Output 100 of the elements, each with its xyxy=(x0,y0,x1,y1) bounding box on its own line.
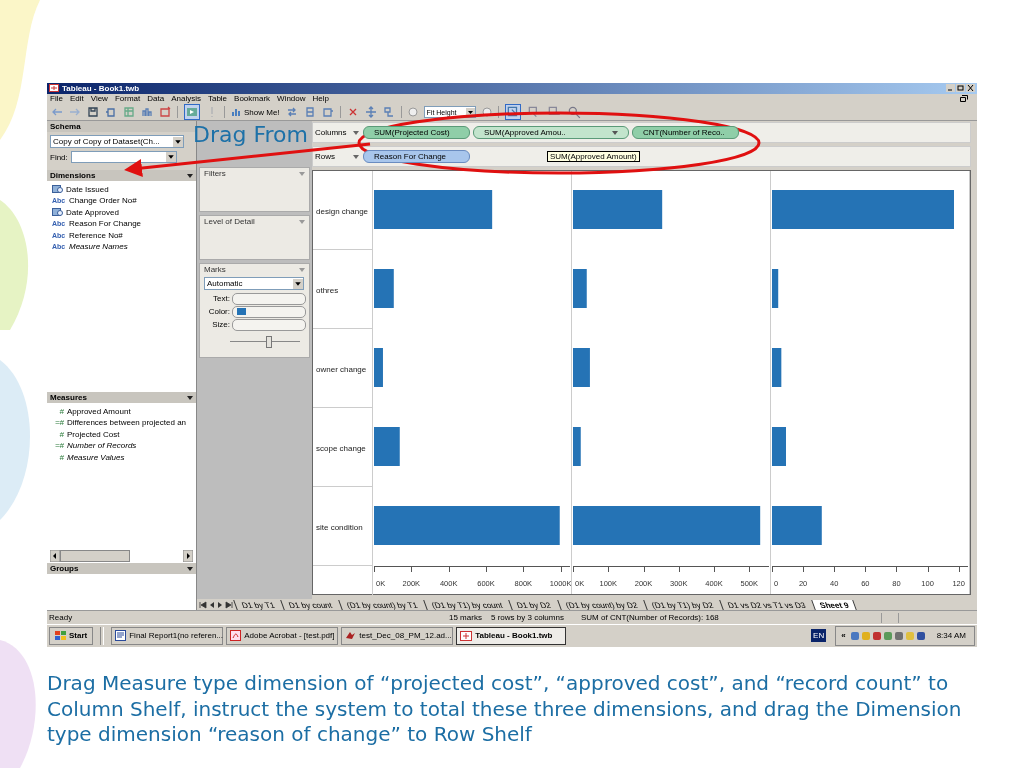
dimension-field[interactable]: Reason For Change xyxy=(69,219,142,228)
sheet-tab[interactable]: D1 by count xyxy=(280,599,340,610)
taskbar-button[interactable]: Adobe Acrobat - [test.pdf] xyxy=(226,626,339,645)
sheet-tab[interactable]: D1 by D2 xyxy=(508,599,559,610)
magnifier-icon[interactable] xyxy=(566,105,581,120)
datasource-dropdown[interactable]: Copy of Copy of Dataset(Ch... xyxy=(50,135,184,149)
tableau-app-icon xyxy=(460,630,473,641)
scroll-left-icon[interactable] xyxy=(50,549,60,562)
taskbar-button[interactable]: test_Dec_08_PM_12.ad... xyxy=(341,626,454,645)
measure-field[interactable]: Number of Records xyxy=(67,441,137,450)
field-pill[interactable]: SUM(Approved Amou.. xyxy=(473,126,629,140)
mark-shelf[interactable] xyxy=(232,292,306,305)
table-icon[interactable] xyxy=(321,106,334,119)
dimension-field[interactable]: Date Issued xyxy=(66,184,109,194)
close-icon[interactable] xyxy=(966,84,975,93)
field-pill[interactable]: CNT(Number of Reco.. xyxy=(632,126,739,140)
tray-icon[interactable] xyxy=(915,630,926,641)
caption-text: Drag Measure type dimension of “projected cost”, “approved cost”, and “record count” to Column Shelf, instruct the system to total these three dimensions, and drag the Dimension type dimension “reason of change” to Row Shelf xyxy=(47,671,963,748)
measure-field[interactable]: Measure Values xyxy=(67,452,125,462)
dimension-field[interactable]: Measure Names xyxy=(69,242,128,251)
dropdown-arrow-icon[interactable] xyxy=(187,566,193,571)
sheet-tab[interactable]: (D1 by count) by D2 xyxy=(556,599,645,610)
first-sheet-icon[interactable] xyxy=(199,600,207,609)
maximize-icon[interactable] xyxy=(956,84,965,93)
table-icon[interactable] xyxy=(303,106,316,119)
sheet-tab[interactable]: Sheet 9 xyxy=(810,599,857,610)
menu-item[interactable]: Window xyxy=(277,94,306,104)
menu-item[interactable]: Edit xyxy=(69,94,84,104)
mark-shelf[interactable] xyxy=(232,318,306,331)
bar xyxy=(573,427,581,467)
sheet-tab[interactable]: D1 vs D2 vs T1 vs D3 xyxy=(718,599,813,610)
field-pill[interactable]: Reason For Change xyxy=(363,150,470,164)
tray-icon[interactable] xyxy=(893,630,904,641)
minimize-icon[interactable] xyxy=(946,84,955,93)
tray-icon[interactable] xyxy=(882,630,893,641)
tray-expand-button[interactable]: « xyxy=(841,631,846,641)
move-icon[interactable] xyxy=(364,106,377,119)
sheet-tab[interactable]: (D1 by T1) by count xyxy=(423,599,511,610)
menu-item[interactable]: Format xyxy=(114,94,141,104)
horizontal-scrollbar[interactable] xyxy=(47,548,196,564)
shelf-label: Color: xyxy=(207,307,230,317)
row-label: owner change xyxy=(316,364,367,374)
sheet-tab[interactable]: (D1 by count) by T1 xyxy=(338,599,425,610)
dimension-field[interactable]: Change Order No# xyxy=(69,196,137,205)
language-indicator[interactable]: EN xyxy=(811,629,827,643)
sheet-icon[interactable] xyxy=(159,106,171,119)
sheet-tab[interactable]: (D1 by T1) by D2 xyxy=(642,599,721,610)
mark-shelf[interactable] xyxy=(232,305,306,318)
bar xyxy=(772,427,786,467)
dimension-field[interactable]: Date Approved xyxy=(66,207,119,217)
sheet-tab[interactable]: D1 by T1 xyxy=(233,599,283,610)
dropdown-arrow-icon[interactable] xyxy=(353,154,359,159)
save-icon[interactable] xyxy=(87,106,99,119)
next-sheet-icon[interactable] xyxy=(217,600,223,609)
status-text: 5 rows by 3 columns xyxy=(491,613,565,622)
calendar-icon xyxy=(52,185,63,193)
menu-item[interactable]: View xyxy=(90,94,108,104)
zoom-in-icon[interactable] xyxy=(481,107,492,118)
status-text: Ready xyxy=(48,613,74,622)
mark-type-dropdown[interactable]: Automatic xyxy=(204,277,304,291)
zoom-out-icon[interactable] xyxy=(407,107,418,118)
bar xyxy=(573,348,590,388)
dropdown-arrow-icon[interactable] xyxy=(187,395,193,400)
field-pill[interactable]: SUM(Projected Cost) xyxy=(363,126,470,140)
chart-icon[interactable] xyxy=(141,106,153,119)
measure-field[interactable]: Approved Amount xyxy=(67,406,131,416)
measure-field[interactable]: Differences between projected an xyxy=(67,418,187,427)
calendar-icon xyxy=(52,208,63,216)
menu-item[interactable]: Data xyxy=(147,94,165,104)
taskbar-button[interactable]: Final Report1(no referen... xyxy=(111,626,224,645)
start-button[interactable]: Start xyxy=(49,626,94,645)
taskbar-button[interactable]: Tableau - Book1.twb xyxy=(456,626,567,645)
last-sheet-icon[interactable] xyxy=(225,600,233,609)
menu-item[interactable]: Bookmark xyxy=(234,94,271,104)
find-field[interactable] xyxy=(70,151,177,164)
menu-item[interactable]: Help xyxy=(312,94,329,104)
card-title: Marks xyxy=(204,265,226,275)
scroll-right-icon[interactable] xyxy=(183,549,193,562)
tray-icon[interactable] xyxy=(849,630,860,641)
previous-sheet-icon[interactable] xyxy=(209,600,215,609)
tray-icon[interactable] xyxy=(871,630,882,641)
size-slider[interactable] xyxy=(230,336,300,347)
dropdown-arrow-icon[interactable] xyxy=(612,130,618,135)
measure-field[interactable]: Projected Cost xyxy=(67,429,120,439)
swap-icon[interactable] xyxy=(285,106,298,119)
restore-icon[interactable] xyxy=(960,95,968,103)
group-icon[interactable] xyxy=(382,106,395,119)
play-icon[interactable] xyxy=(184,104,200,121)
dropdown-arrow-icon[interactable] xyxy=(187,173,193,178)
shelf-label: Size: xyxy=(211,320,230,330)
panel-title: Dimensions xyxy=(50,171,96,181)
show-me-button[interactable]: Show Me! xyxy=(231,107,280,118)
dropdown-arrow-icon[interactable] xyxy=(353,130,359,135)
color-swatch[interactable] xyxy=(237,308,246,316)
dimension-field[interactable]: Reference No# xyxy=(69,230,123,240)
menu-item[interactable]: Analysis xyxy=(171,94,201,104)
slider-thumb[interactable] xyxy=(265,336,272,349)
menu-item[interactable]: Table xyxy=(207,94,228,104)
number-type-glyph: # xyxy=(58,406,64,416)
menu-item[interactable]: File xyxy=(50,94,63,104)
